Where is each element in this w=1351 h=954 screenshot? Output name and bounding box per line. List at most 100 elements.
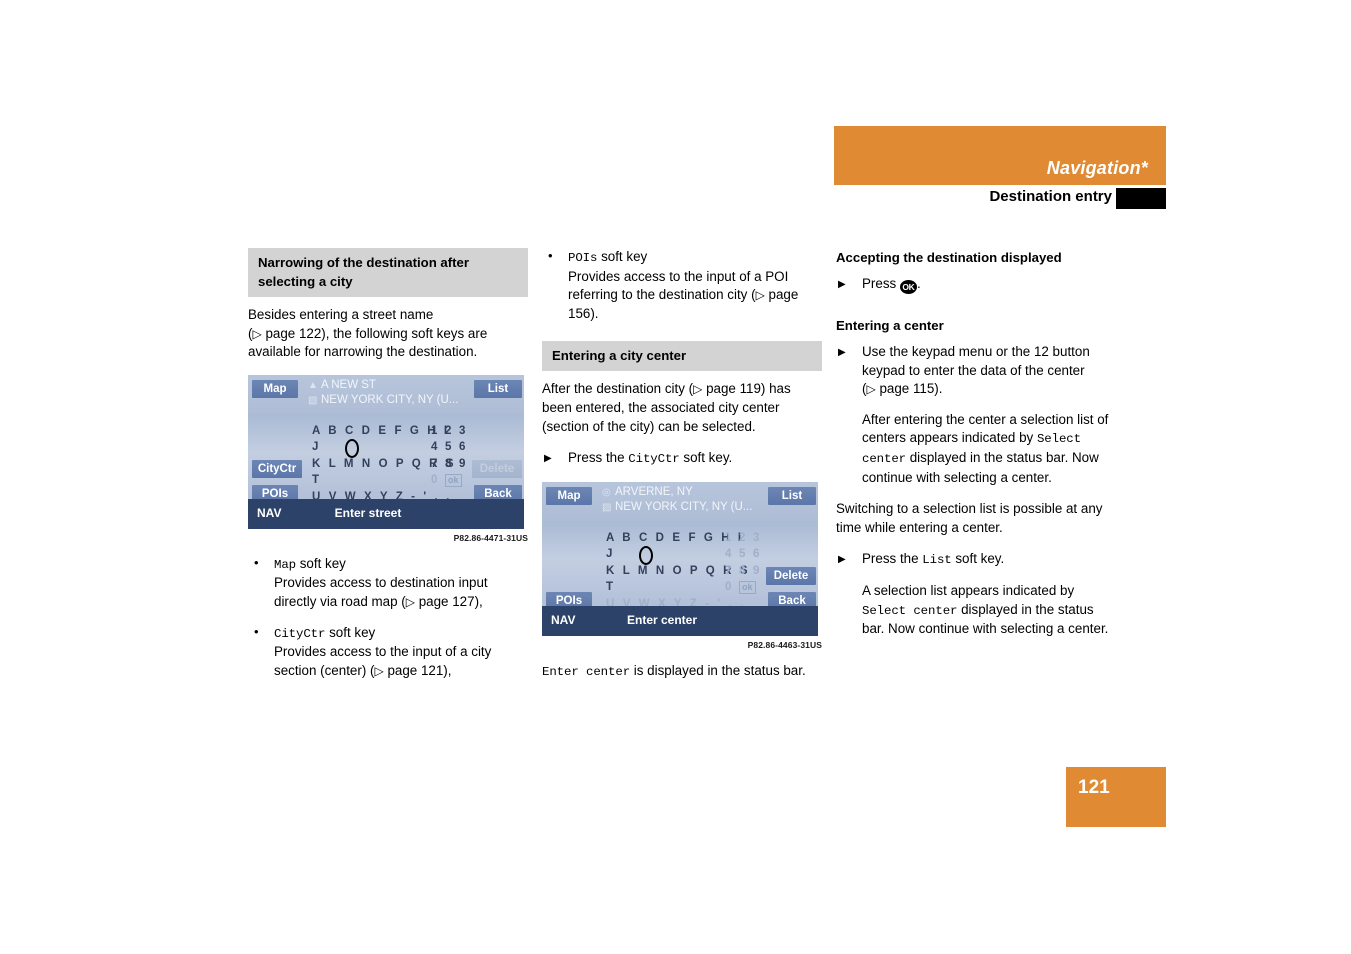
nav-softkey-map[interactable]: Map <box>252 379 298 398</box>
note-selection-list-2: A selection list appears indicated by Se… <box>836 582 1116 639</box>
press-ok-step-list: Press OK. <box>836 275 1116 295</box>
numpad-row-2[interactable]: 4 5 6 <box>431 439 468 456</box>
nav-softkey-cityctr[interactable]: CityCtr <box>252 459 302 478</box>
city-marker-icon: ▧ <box>602 501 612 513</box>
nav-softkey-delete[interactable]: Delete <box>472 459 522 478</box>
list-item: Press OK. <box>836 275 1116 295</box>
step-post: soft key. <box>951 551 1005 567</box>
nav-status-message: Enter street <box>334 505 402 520</box>
list-item: CityCtr soft key Provides access to the … <box>248 623 528 681</box>
subhead-narrowing-destination: Narrowing of the destination after selec… <box>248 248 528 297</box>
triangle-ref-icon: ▷ <box>405 594 415 609</box>
street-marker-icon: ▲ <box>308 379 318 391</box>
bullet-text-post: ), <box>474 593 483 609</box>
pois-bullet-list: POIs soft key Provides access to the inp… <box>542 247 822 323</box>
step-pre: Press <box>862 276 900 291</box>
keypad-cursor-ring <box>345 438 359 458</box>
page-number: 121 <box>1078 777 1110 798</box>
city-center-paragraph: After the destination city (▷ page 119) … <box>542 380 822 436</box>
para-pageref: page 119 <box>706 381 761 397</box>
bullet-softkey-suffix: soft key <box>325 624 376 640</box>
bullet-text-post: ). <box>590 305 599 321</box>
step-softkey-name: CityCtr <box>628 452 680 467</box>
list-item: Press the List soft key. <box>836 550 1116 570</box>
nav-softkey-list[interactable]: List <box>474 379 522 398</box>
figure-enter-street: ▲ A NEW ST ▧ NEW YORK CITY, NY (U... Map L… <box>248 374 528 543</box>
bullet-softkey-name: CityCtr <box>274 626 326 641</box>
numpad-row-4[interactable]: 0 ok <box>431 472 468 489</box>
right-column: Accepting the destination displayed Pres… <box>836 248 1116 652</box>
list-item: POIs soft key Provides access to the inp… <box>542 247 822 323</box>
page-title: Navigation* <box>1046 158 1148 178</box>
softkey-bullet-list: Map soft key Provides access to destinat… <box>248 554 528 681</box>
nav-destination-city: ▧ NEW YORK CITY, NY (U... <box>308 393 459 406</box>
numpad-row-4[interactable]: 0 ok <box>725 579 762 596</box>
step-post: soft key. <box>679 450 733 466</box>
ok-button-icon[interactable]: OK <box>899 280 917 294</box>
nav-destination-center: ◎ ARVERNE, NY <box>602 485 693 498</box>
nav-keypad-numbers[interactable]: 1 2 3 4 5 6 7 8 9 0 ok <box>725 530 762 596</box>
step-post: . <box>916 276 921 291</box>
triangle-ref-icon: ▷ <box>693 382 703 397</box>
nav-softkey-delete[interactable]: Delete <box>766 566 816 585</box>
nav-softkey-map[interactable]: Map <box>546 486 592 505</box>
numpad-row-2[interactable]: 4 5 6 <box>725 546 762 563</box>
breadcrumb-subtitle: Destination entry <box>989 188 1112 205</box>
nav-screenshot-street: ▲ A NEW ST ▧ NEW YORK CITY, NY (U... Map L… <box>248 374 524 529</box>
note-status-key: Select center <box>862 603 958 618</box>
bullet-pageref: page 121 <box>387 662 444 678</box>
center-marker-icon: ◎ <box>602 486 611 498</box>
enter-center-step-list: Use the keypad menu or the 12 button key… <box>836 343 1116 399</box>
nav-softkey-list[interactable]: List <box>768 486 816 505</box>
left-column: Narrowing of the destination after selec… <box>248 248 528 693</box>
figure-enter-center: ◎ ARVERNE, NY ▧ NEW YORK CITY, NY (U... Ma… <box>542 481 822 650</box>
step-pre: Press the <box>862 551 923 567</box>
numpad-row-1[interactable]: 1 2 3 <box>725 530 762 547</box>
nav-status-bar: NAV Enter street <box>248 498 524 529</box>
bullet-pageref: page 127 <box>418 593 475 609</box>
nav-destination-street: ▲ A NEW ST <box>308 378 376 391</box>
intro-paragraph: Besides entering a street name (▷ page 1… <box>248 306 528 362</box>
step-pageref: page 115 <box>879 381 935 397</box>
triangle-ref-icon: ▷ <box>755 288 765 303</box>
middle-column: POIs soft key Provides access to the inp… <box>542 247 822 694</box>
list-item: Press the CityCtr soft key. <box>542 449 822 469</box>
bullet-softkey-suffix: soft key <box>597 249 648 264</box>
para-pre: After the destination city ( <box>542 381 694 397</box>
nav-screenshot-center: ◎ ARVERNE, NY ▧ NEW YORK CITY, NY (U... Ma… <box>542 481 818 636</box>
header-title-wrap: Navigation* <box>834 126 1166 185</box>
intro-pageref: page 122 <box>265 325 322 341</box>
numpad-row-3[interactable]: 7 8 9 <box>431 456 468 473</box>
city-marker-icon: ▧ <box>308 394 318 406</box>
step-pre: Press the <box>568 450 629 466</box>
note-pre: A selection list appears indicated by <box>862 582 1075 598</box>
chapter-tab-marker <box>1116 188 1166 209</box>
head-accepting-destination: Accepting the destination displayed <box>836 250 1062 265</box>
step-softkey-name: List <box>922 553 952 568</box>
nav-keypad-numbers[interactable]: 1 2 3 4 5 6 7 8 9 0 ok <box>431 423 468 489</box>
bullet-text-post: ), <box>443 662 452 678</box>
triangle-ref-icon: ▷ <box>866 382 876 397</box>
head-entering-center: Entering a center <box>836 318 944 333</box>
numpad-row-3[interactable]: 7 8 9 <box>725 563 762 580</box>
press-list-step-list: Press the List soft key. <box>836 550 1116 570</box>
step-post: ). <box>934 381 943 397</box>
triangle-ref-icon: ▷ <box>252 326 262 341</box>
numpad-ok-key[interactable]: ok <box>739 581 756 595</box>
figure-caption-code: P82.86-4471-31US <box>453 532 528 543</box>
list-item: Map soft key Provides access to destinat… <box>248 554 528 612</box>
bullet-softkey-name: POIs <box>568 251 598 265</box>
switching-selection-list-paragraph: Switching to a selection list is possibl… <box>836 501 1103 535</box>
press-cityctr-step-list: Press the CityCtr soft key. <box>542 449 822 469</box>
numpad-row-1[interactable]: 1 2 3 <box>431 423 468 440</box>
figure-caption-code: P82.86-4463-31US <box>747 639 822 650</box>
numpad-ok-key[interactable]: ok <box>445 474 462 488</box>
list-item: Use the keypad menu or the 12 button key… <box>836 343 1116 399</box>
bullet-softkey-suffix: soft key <box>296 555 346 571</box>
nav-status-bar: NAV Enter center <box>542 605 818 636</box>
subhead-entering-city-center: Entering a city center <box>542 341 822 372</box>
note-selection-list-1: After entering the center a selection li… <box>836 411 1116 487</box>
page-number-box: 121 <box>1066 767 1166 827</box>
status-key-name: Enter center <box>542 664 631 679</box>
nav-destination-city: ▧ NEW YORK CITY, NY (U... <box>602 500 753 513</box>
